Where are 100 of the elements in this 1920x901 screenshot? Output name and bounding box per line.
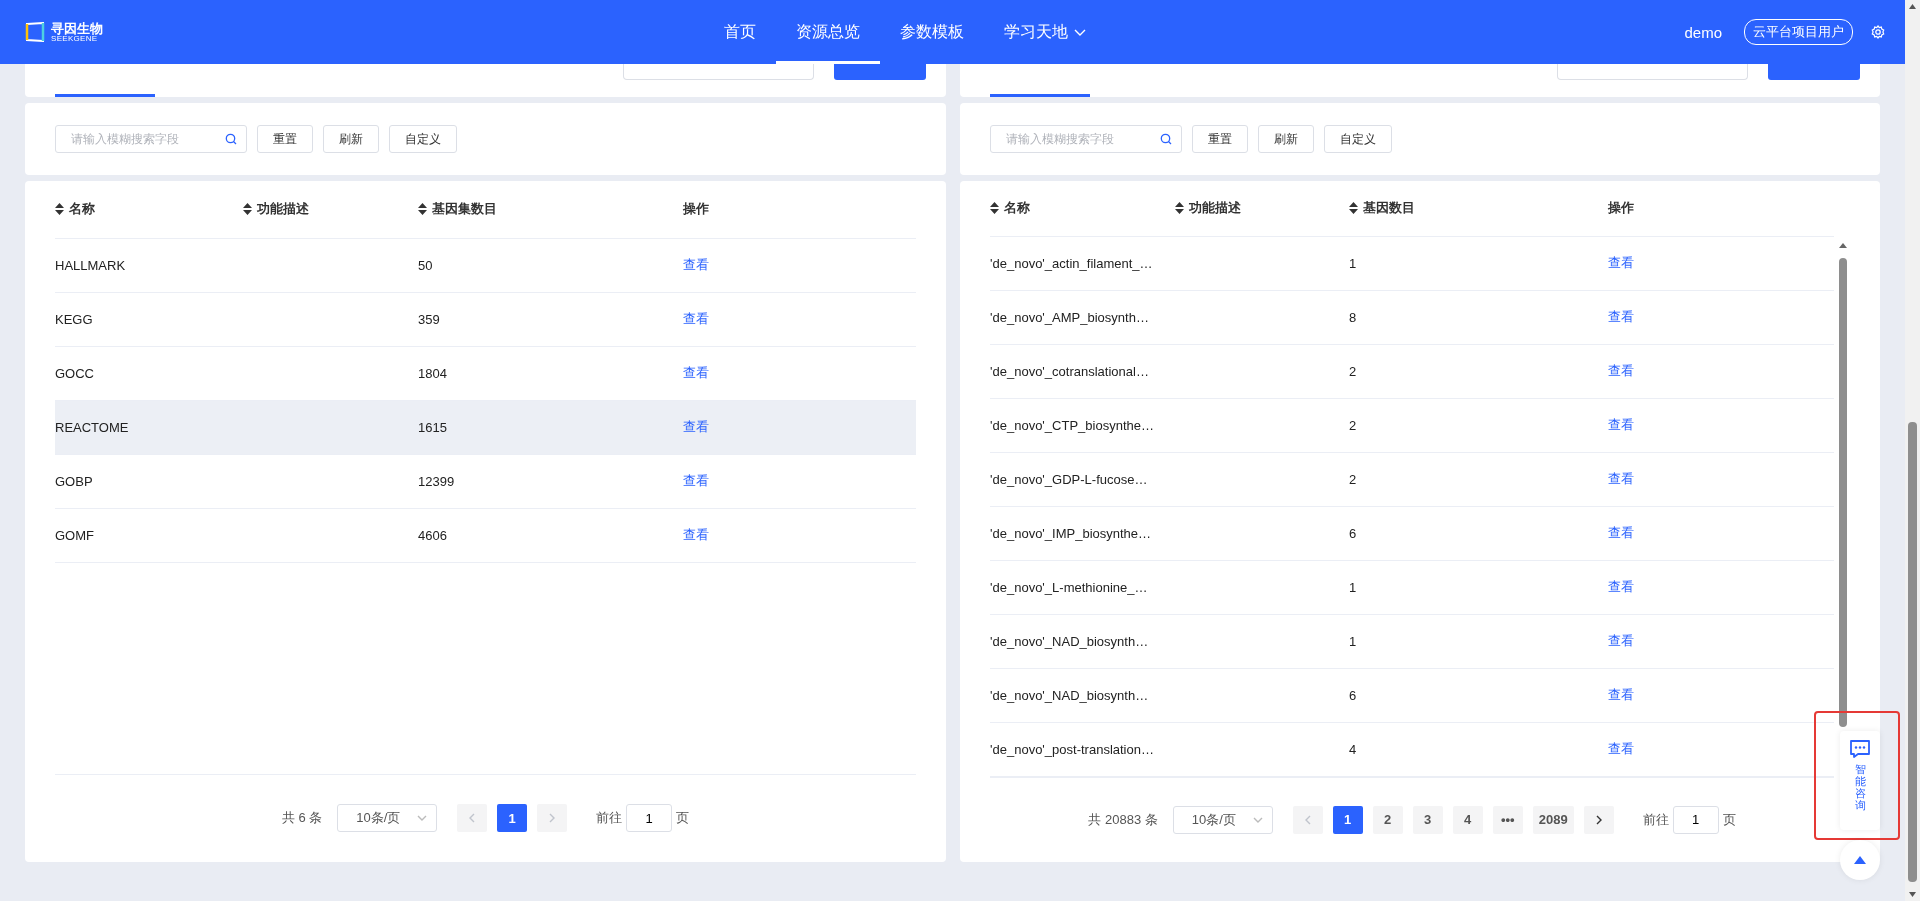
- logo-name: 寻因生物: [51, 21, 103, 35]
- page-button[interactable]: 2: [1372, 805, 1403, 834]
- role-badge[interactable]: 云平台项目用户: [1744, 19, 1853, 45]
- sort-icon[interactable]: [243, 203, 252, 216]
- view-link[interactable]: 查看: [683, 472, 709, 490]
- view-link[interactable]: 查看: [683, 310, 709, 328]
- view-link[interactable]: 查看: [1608, 686, 1634, 705]
- search-icon: [1160, 133, 1172, 145]
- count-cell: 2: [1349, 364, 1357, 380]
- view-link[interactable]: 查看: [1608, 416, 1634, 435]
- total-count: 共 20883 条: [1088, 810, 1158, 829]
- count-cell: 6: [1349, 526, 1357, 542]
- name-cell: 'de_novo'_cotranslational…: [990, 364, 1149, 380]
- page-input[interactable]: 1: [1672, 805, 1719, 834]
- page-button[interactable]: 2089: [1532, 805, 1574, 834]
- count-cell: 2: [1349, 472, 1357, 488]
- table-row[interactable]: REACTOME 1615 查看: [55, 400, 916, 455]
- view-link[interactable]: 查看: [1608, 308, 1634, 327]
- more-pages-button[interactable]: •••: [1492, 805, 1523, 834]
- name-cell: KEGG: [55, 312, 93, 327]
- settings-icon[interactable]: [1871, 25, 1885, 39]
- name-cell: GOMF: [55, 528, 94, 543]
- toolbar-button[interactable]: 自定义: [1324, 125, 1392, 153]
- count-cell: 1: [1349, 634, 1357, 650]
- username[interactable]: demo: [1684, 23, 1722, 41]
- view-link[interactable]: 查看: [1608, 524, 1634, 543]
- name-cell: GOBP: [55, 474, 93, 489]
- count-cell: 12399: [418, 474, 455, 489]
- count-cell: 1804: [418, 366, 447, 381]
- name-cell: HALLMARK: [55, 258, 126, 273]
- toolbar-button[interactable]: 刷新: [323, 125, 379, 153]
- count-cell: 359: [418, 312, 440, 327]
- name-cell: 'de_novo'_post-translation…: [990, 742, 1154, 758]
- back-to-top-button[interactable]: [1840, 840, 1880, 880]
- column-header: 功能描述: [257, 200, 309, 219]
- page-size-select[interactable]: 10条/页: [1172, 805, 1273, 834]
- caret-up-icon: [1854, 856, 1866, 864]
- view-link[interactable]: 查看: [1608, 254, 1634, 273]
- name-cell: 'de_novo'_CTP_biosynthe…: [990, 418, 1154, 434]
- toolbar-button[interactable]: 刷新: [1258, 125, 1314, 153]
- page-input[interactable]: 1: [626, 804, 673, 833]
- count-cell: 1615: [418, 420, 447, 435]
- view-link[interactable]: 查看: [683, 256, 709, 274]
- name-cell: GOCC: [55, 366, 94, 381]
- column-header: 操作: [683, 200, 709, 219]
- page-scrollbar[interactable]: [1905, 0, 1920, 901]
- view-link[interactable]: 查看: [1608, 578, 1634, 597]
- logo-icon: [25, 22, 45, 42]
- logo-subtitle: SEEKGENE: [51, 34, 98, 43]
- count-cell: 1: [1349, 580, 1357, 596]
- count-cell: 4: [1349, 742, 1357, 758]
- count-cell: 2: [1349, 418, 1357, 434]
- next-page-button[interactable]: [1583, 805, 1614, 834]
- chat-label: 智能咨询: [1854, 763, 1866, 812]
- count-cell: 4606: [418, 528, 447, 543]
- view-link[interactable]: 查看: [1608, 470, 1634, 489]
- column-header: 名称: [1004, 199, 1030, 218]
- column-header: 功能描述: [1189, 199, 1241, 218]
- sort-icon[interactable]: [1175, 202, 1184, 215]
- page-size-select[interactable]: 10条/页: [337, 804, 438, 833]
- view-link[interactable]: 查看: [683, 526, 709, 544]
- search-field[interactable]: 请输入模糊搜索字段: [990, 125, 1182, 153]
- column-header: 基因数目: [1363, 199, 1415, 218]
- count-cell: 50: [418, 258, 433, 273]
- name-cell: 'de_novo'_NAD_biosynth…: [990, 688, 1149, 704]
- page-button[interactable]: 1: [1332, 805, 1363, 834]
- toolbar-button[interactable]: 自定义: [389, 125, 457, 153]
- view-link[interactable]: 查看: [683, 364, 709, 382]
- column-header: 基因集数目: [432, 200, 497, 219]
- chat-widget[interactable]: 智能咨询: [1840, 731, 1880, 830]
- view-link[interactable]: 查看: [683, 418, 709, 436]
- sort-icon[interactable]: [55, 203, 64, 216]
- name-cell: 'de_novo'_AMP_biosynth…: [990, 310, 1149, 326]
- sort-icon[interactable]: [418, 203, 427, 216]
- toolbar-button[interactable]: 重置: [257, 125, 313, 153]
- page-unit: 页: [1722, 810, 1736, 829]
- count-cell: 6: [1349, 688, 1357, 704]
- sort-icon[interactable]: [990, 202, 999, 215]
- chat-bubble-icon: [1849, 739, 1871, 759]
- nav-item[interactable]: 学习天地: [984, 0, 1106, 64]
- count-cell: 8: [1349, 310, 1357, 326]
- page-button[interactable]: 4: [1452, 805, 1483, 834]
- name-cell: 'de_novo'_NAD_biosynth…: [990, 634, 1149, 650]
- sort-icon[interactable]: [1349, 202, 1358, 215]
- name-cell: 'de_novo'_IMP_biosynthe…: [990, 526, 1152, 542]
- count-cell: 1: [1349, 256, 1357, 272]
- page-unit: 页: [676, 809, 690, 828]
- column-header: 名称: [69, 200, 95, 219]
- view-link[interactable]: 查看: [1608, 632, 1634, 651]
- nav-item[interactable]: 参数模板: [880, 0, 984, 64]
- total-count: 共 6 条: [281, 809, 323, 828]
- name-cell: 'de_novo'_actin_filament_…: [990, 256, 1153, 272]
- toolbar-button[interactable]: 重置: [1192, 125, 1248, 153]
- page-button[interactable]: 3: [1412, 805, 1443, 834]
- search-field[interactable]: 请输入模糊搜索字段: [55, 125, 247, 153]
- view-link[interactable]: 查看: [1608, 740, 1634, 759]
- nav-item[interactable]: 首页: [704, 0, 776, 64]
- view-link[interactable]: 查看: [1608, 362, 1634, 381]
- name-cell: 'de_novo'_GDP-L-fucose…: [990, 472, 1148, 488]
- page-button[interactable]: 1: [497, 804, 528, 833]
